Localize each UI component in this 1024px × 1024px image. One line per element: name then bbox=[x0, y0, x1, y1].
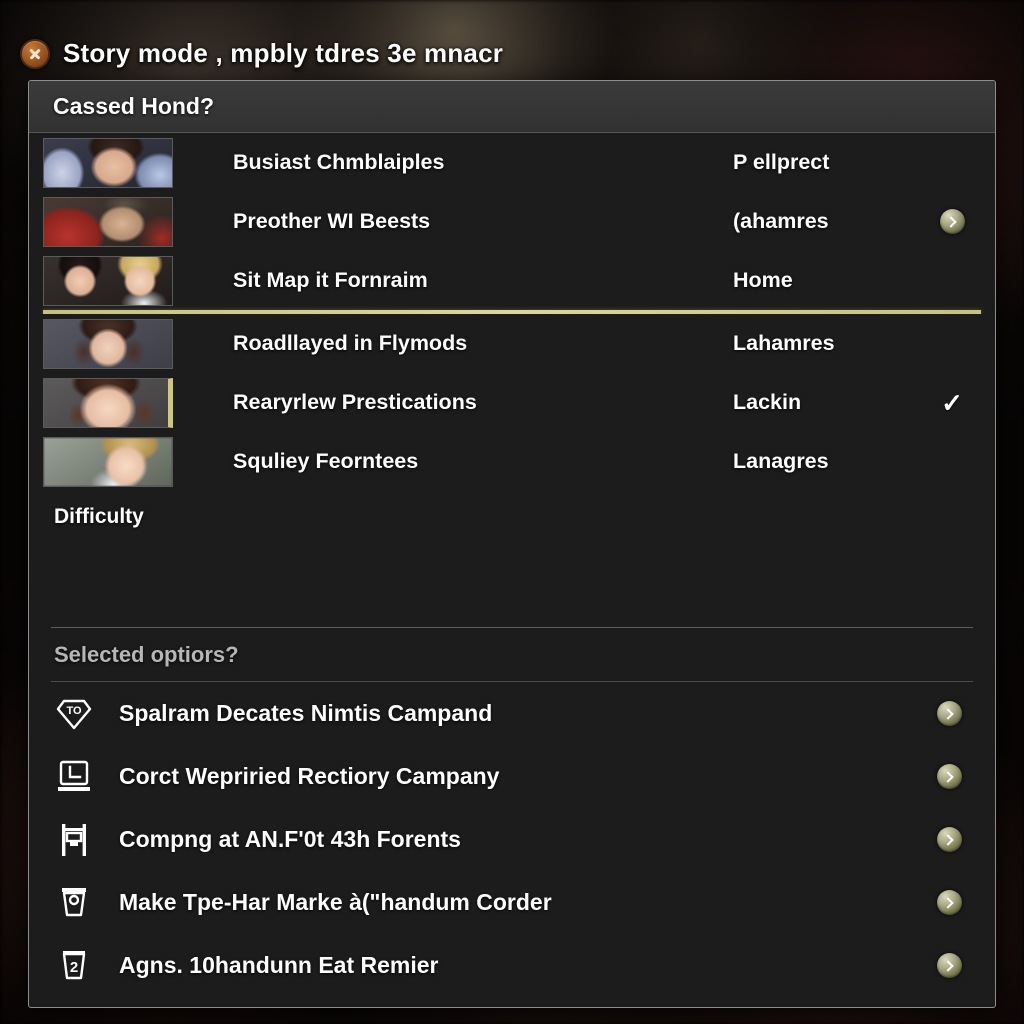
list-item[interactable]: TO Spalram Decates Nimtis Campand bbox=[51, 682, 973, 745]
option-action bbox=[925, 701, 973, 726]
character-value: Home bbox=[733, 268, 793, 292]
character-value: Lanagres bbox=[733, 449, 829, 473]
option-label: Spalram Decates Nimtis Campand bbox=[119, 700, 493, 726]
character-name: Squliey Feorntees bbox=[233, 449, 419, 473]
cup-two-icon: 2 bbox=[51, 946, 97, 986]
list-item[interactable]: Corct Wepriried Rectiory Campany bbox=[51, 745, 973, 808]
svg-text:2: 2 bbox=[70, 959, 78, 976]
list-item[interactable]: Make Tpe-Har Marke à("handum Corder bbox=[51, 871, 973, 934]
chevron-right-icon[interactable] bbox=[936, 953, 962, 978]
character-value: P ellprect bbox=[733, 150, 830, 174]
panel-spacer bbox=[29, 529, 995, 627]
panel-header: Cassed Hond? bbox=[29, 81, 995, 133]
table-row[interactable]: Preother WI Beests (ahamres bbox=[43, 192, 981, 251]
table-row[interactable]: Rearyrlew Prestications Lackin ✓ bbox=[43, 373, 981, 432]
row-action: ✓ bbox=[923, 390, 981, 416]
check-icon: ✓ bbox=[941, 387, 963, 418]
flag-banner-icon bbox=[51, 820, 97, 860]
table-row[interactable]: Squliey Feorntees Lanagres bbox=[43, 432, 981, 491]
avatar bbox=[43, 137, 173, 188]
option-action bbox=[925, 953, 973, 978]
character-value: Lackin bbox=[733, 390, 802, 414]
option-label: Corct Wepriried Rectiory Campany bbox=[119, 763, 500, 789]
chevron-right-icon[interactable] bbox=[936, 764, 962, 789]
character-list-top: Busiast Chmblaiples P ellprect Preother … bbox=[29, 133, 995, 529]
avatar bbox=[43, 196, 173, 247]
option-label: Compng at AN.F'0t 43h Forents bbox=[119, 826, 461, 852]
option-label: Make Tpe-Har Marke à("handum Corder bbox=[119, 889, 552, 915]
monitor-l-icon bbox=[51, 757, 97, 797]
character-name: Preother WI Beests bbox=[233, 209, 431, 233]
main-panel: Cassed Hond? Busiast Chmblaiples P ellpr… bbox=[28, 80, 996, 1008]
option-action bbox=[925, 764, 973, 789]
character-value: (ahamres bbox=[733, 209, 829, 233]
option-label: Agns. 10handunn Eat Remier bbox=[119, 952, 439, 978]
options-section-title: Selected optiors? bbox=[54, 642, 239, 667]
avatar bbox=[43, 377, 173, 428]
chevron-right-icon[interactable] bbox=[939, 209, 965, 234]
list-item[interactable]: Compng at AN.F'0t 43h Forents bbox=[51, 808, 973, 871]
character-name: Roadllayed in Flymods bbox=[233, 331, 468, 355]
svg-text:TO: TO bbox=[66, 705, 82, 717]
character-list: Busiast Chmblaiples P ellprect Preother … bbox=[29, 133, 995, 310]
table-row[interactable]: Sit Map it Fornraim Home bbox=[43, 251, 981, 310]
option-action bbox=[925, 827, 973, 852]
character-name: Sit Map it Fornraim bbox=[233, 268, 428, 292]
options-list: TO Spalram Decates Nimtis Campand Corct … bbox=[29, 682, 995, 1007]
avatar bbox=[43, 255, 173, 306]
difficulty-label: Difficulty bbox=[54, 505, 144, 528]
table-row[interactable]: Busiast Chmblaiples P ellprect bbox=[43, 133, 981, 192]
option-action bbox=[925, 890, 973, 915]
avatar bbox=[43, 318, 173, 369]
diamond-to-icon: TO bbox=[51, 694, 97, 734]
chevron-right-icon[interactable] bbox=[936, 827, 962, 852]
character-value: Lahamres bbox=[733, 331, 835, 355]
chevron-right-icon[interactable] bbox=[936, 701, 962, 726]
list-item[interactable]: 2 Agns. 10handunn Eat Remier bbox=[51, 934, 973, 997]
panel-header-title: Cassed Hond? bbox=[53, 93, 215, 119]
character-list-lower: Roadllayed in Flymods Lahamres Rearyrlew… bbox=[29, 314, 995, 491]
cup-circle-icon bbox=[51, 883, 97, 923]
chevron-right-icon[interactable] bbox=[936, 890, 962, 915]
window-title: Story mode , mpbly tdres 3e mnacr bbox=[63, 38, 504, 68]
avatar bbox=[43, 436, 173, 487]
table-row[interactable]: Roadllayed in Flymods Lahamres bbox=[43, 314, 981, 373]
window-titlebar: Story mode , mpbly tdres 3e mnacr bbox=[20, 38, 503, 69]
character-name: Busiast Chmblaiples bbox=[233, 150, 445, 174]
row-action bbox=[923, 209, 981, 234]
close-icon[interactable] bbox=[20, 38, 50, 69]
character-name: Rearyrlew Prestications bbox=[233, 390, 477, 414]
